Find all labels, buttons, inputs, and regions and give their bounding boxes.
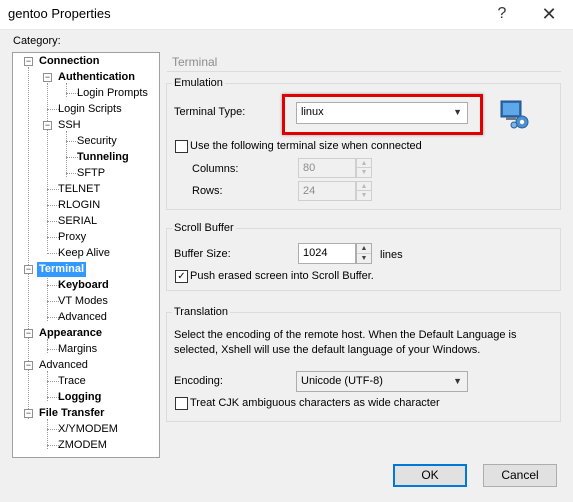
tree-item-serial[interactable]: SERIAL [56, 214, 99, 229]
tree-item-login-scripts[interactable]: Login Scripts [56, 102, 124, 117]
collapse-icon[interactable]: − [24, 361, 33, 370]
category-label: Category: [13, 35, 61, 47]
encoding-label: Encoding: [174, 375, 223, 387]
use-size-checkbox[interactable] [175, 140, 188, 153]
buffer-size-spinner[interactable]: ▲ ▼ [356, 243, 372, 264]
spin-down-icon[interactable]: ▼ [357, 191, 371, 200]
emulation-group-title: Emulation [172, 77, 225, 89]
rows-input[interactable]: 24 [298, 181, 356, 201]
rows-label: Rows: [192, 185, 223, 197]
ok-button[interactable]: OK [393, 464, 467, 487]
tree-item-keyboard[interactable]: Keyboard [56, 278, 111, 293]
terminal-type-label: Terminal Type: [174, 106, 246, 118]
spin-down-icon[interactable]: ▼ [357, 168, 371, 177]
tree-item-xymodem[interactable]: X/YMODEM [56, 422, 120, 437]
chevron-down-icon: ▼ [453, 376, 462, 386]
push-erased-checkbox[interactable]: ✓ [175, 270, 188, 283]
tree-item-keep-alive[interactable]: Keep Alive [56, 246, 112, 261]
encoding-value: Unicode (UTF-8) [301, 375, 383, 387]
collapse-icon[interactable]: − [24, 329, 33, 338]
help-icon[interactable]: ? [488, 3, 516, 25]
cancel-button[interactable]: Cancel [483, 464, 557, 487]
lines-label: lines [380, 249, 403, 261]
tree-item-sftp[interactable]: SFTP [75, 166, 107, 181]
collapse-icon[interactable]: − [43, 121, 52, 130]
tree-item-trace[interactable]: Trace [56, 374, 88, 389]
tree-item-rlogin[interactable]: RLOGIN [56, 198, 102, 213]
translation-group-title: Translation [172, 306, 231, 318]
tree-item-tunneling[interactable]: Tunneling [75, 150, 131, 165]
spin-up-icon[interactable]: ▲ [357, 182, 371, 191]
collapse-icon[interactable]: − [24, 409, 33, 418]
tree-item-terminal-advanced[interactable]: Advanced [56, 310, 109, 325]
panel-header [167, 52, 561, 72]
tree-item-proxy[interactable]: Proxy [56, 230, 88, 245]
tree-item-advanced[interactable]: Advanced [37, 358, 90, 373]
scroll-buffer-group-title: Scroll Buffer [172, 222, 236, 234]
tree-item-security[interactable]: Security [75, 134, 119, 149]
close-icon[interactable]: ✕ [532, 1, 566, 27]
use-size-label: Use the following terminal size when con… [190, 140, 422, 152]
highlight-annotation [282, 94, 483, 135]
cjk-label: Treat CJK ambiguous characters as wide c… [190, 397, 440, 409]
cjk-checkbox[interactable] [175, 397, 188, 410]
buffer-size-input[interactable]: 1024 [298, 243, 356, 264]
tree-item-zmodem[interactable]: ZMODEM [56, 438, 109, 453]
tree-item-vt-modes[interactable]: VT Modes [56, 294, 110, 309]
panel-title: Terminal [172, 55, 218, 69]
tree-item-appearance[interactable]: Appearance [37, 326, 104, 341]
encoding-description: Select the encoding of the remote host. … [174, 329, 517, 356]
terminal-settings-icon [499, 99, 531, 131]
spin-up-icon[interactable]: ▲ [357, 159, 371, 168]
columns-spinner[interactable]: ▲ ▼ [356, 158, 372, 178]
rows-spinner[interactable]: ▲ ▼ [356, 181, 372, 201]
collapse-icon[interactable]: − [24, 265, 33, 274]
tree-item-ssh[interactable]: SSH [56, 118, 83, 133]
tree-item-margins[interactable]: Margins [56, 342, 99, 357]
window-title: gentoo Properties [8, 6, 111, 21]
tree-item-connection[interactable]: Connection [37, 54, 102, 69]
collapse-icon[interactable]: − [24, 57, 33, 66]
collapse-icon[interactable]: − [43, 73, 52, 82]
tree-item-authentication[interactable]: Authentication [56, 70, 137, 85]
encoding-select[interactable]: Unicode (UTF-8) ▼ [296, 371, 468, 392]
tree-item-login-prompts[interactable]: Login Prompts [75, 86, 150, 101]
tree-item-file-transfer[interactable]: File Transfer [37, 406, 106, 421]
tree-item-logging[interactable]: Logging [56, 390, 103, 405]
tree-item-telnet[interactable]: TELNET [56, 182, 102, 197]
buffer-size-label: Buffer Size: [174, 248, 231, 260]
push-erased-label: Push erased screen into Scroll Buffer. [190, 270, 374, 282]
category-tree[interactable]: − − − − − − − Connection Authentication … [12, 52, 160, 458]
spin-up-icon[interactable]: ▲ [357, 244, 371, 254]
columns-label: Columns: [192, 163, 239, 175]
columns-input[interactable]: 80 [298, 158, 356, 178]
tree-item-terminal[interactable]: Terminal [37, 262, 87, 277]
spin-down-icon[interactable]: ▼ [357, 254, 371, 264]
